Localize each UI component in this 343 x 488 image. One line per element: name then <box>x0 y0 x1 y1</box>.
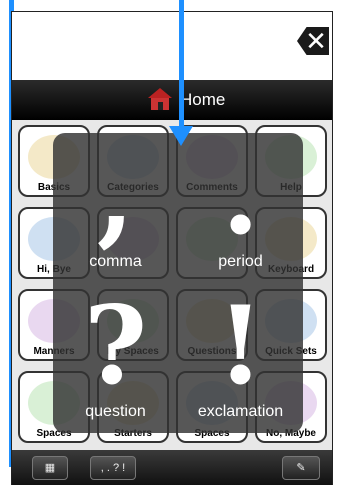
page-title: Home <box>180 90 226 109</box>
punctuation-button[interactable]: , . ? ! <box>90 456 136 480</box>
exclamation-glyph: ! <box>216 283 265 409</box>
comma-label: comma <box>89 253 142 270</box>
grid-button[interactable]: ▦ <box>32 456 68 480</box>
punctuation-popup: , comma . period ? question ! exclamatio… <box>53 133 303 433</box>
comma-glyph: , <box>96 133 135 259</box>
edit-button[interactable]: ✎ <box>282 456 320 480</box>
period-label: period <box>218 253 263 270</box>
punctuation-button-label: , . ? ! <box>100 462 126 474</box>
question-label: question <box>85 403 146 420</box>
question-key[interactable]: ? question <box>53 283 178 433</box>
period-key[interactable]: . period <box>178 133 303 283</box>
annotation-arrowhead-top <box>169 126 193 146</box>
close-icon: ✕ <box>305 26 327 56</box>
pencil-icon: ✎ <box>296 462 306 474</box>
house-icon <box>148 88 172 110</box>
question-glyph: ? <box>83 283 148 409</box>
exclamation-label: exclamation <box>197 403 284 420</box>
period-glyph: . <box>221 133 260 259</box>
title-bar: Home <box>12 80 332 120</box>
comma-key[interactable]: , comma <box>53 133 178 283</box>
message-area[interactable] <box>12 12 332 80</box>
exclamation-key[interactable]: ! exclamation <box>178 283 303 433</box>
bottom-toolbar: ▦ , . ? ! ✎ <box>12 450 332 485</box>
annotation-arrow-top-vertical <box>179 0 184 128</box>
